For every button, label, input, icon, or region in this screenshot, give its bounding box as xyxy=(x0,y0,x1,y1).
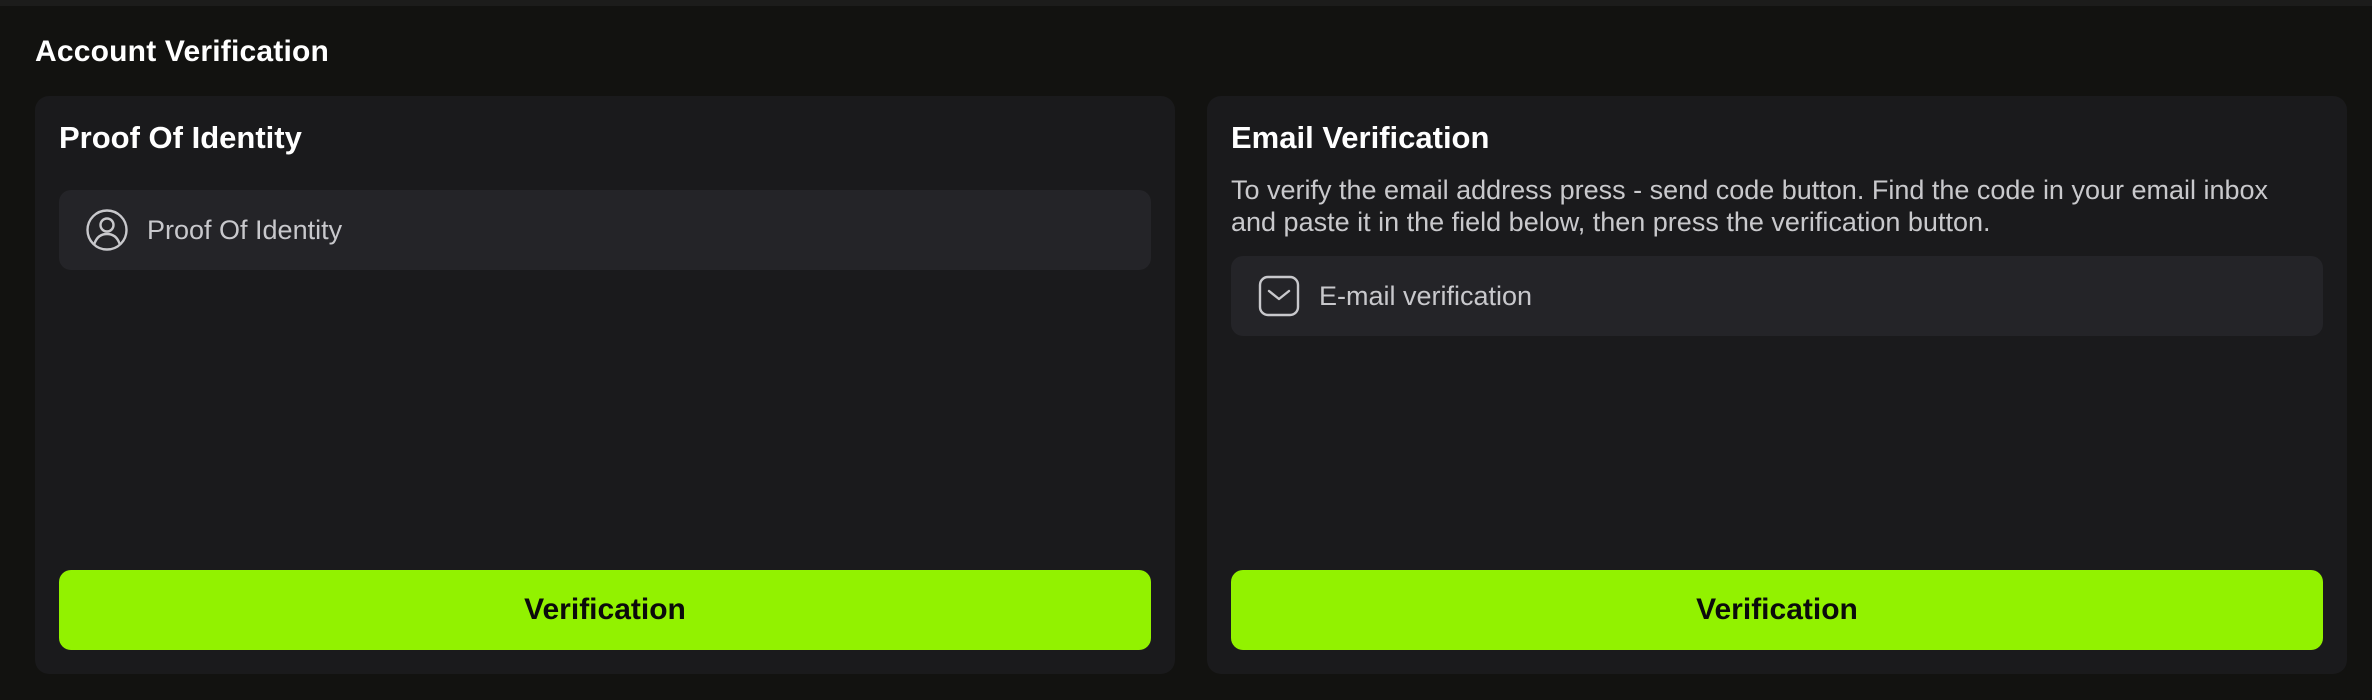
card-title: Email Verification xyxy=(1231,120,1490,155)
email-verification-button[interactable]: Verification xyxy=(1231,570,2323,650)
field-label: E-mail verification xyxy=(1319,281,1533,311)
proof-of-identity-card: Proof Of Identity Proof Of Identity Veri… xyxy=(35,96,1175,674)
user-circle-icon xyxy=(85,208,129,252)
account-verification-page: Account Verification Proof Of Identity P… xyxy=(0,0,2372,700)
proof-of-identity-field[interactable]: Proof Of Identity xyxy=(59,190,1151,270)
card-title: Proof Of Identity xyxy=(59,120,302,155)
mail-icon xyxy=(1257,274,1301,318)
identity-verification-button[interactable]: Verification xyxy=(59,570,1151,650)
field-label: Proof Of Identity xyxy=(147,215,343,245)
email-verification-card: Email Verification To verify the email a… xyxy=(1207,96,2347,674)
email-verification-field[interactable]: E-mail verification xyxy=(1231,256,2323,336)
email-verification-description: To verify the email address press - send… xyxy=(1231,175,2269,237)
section-title: Account Verification xyxy=(35,35,330,68)
top-divider xyxy=(0,0,2372,6)
